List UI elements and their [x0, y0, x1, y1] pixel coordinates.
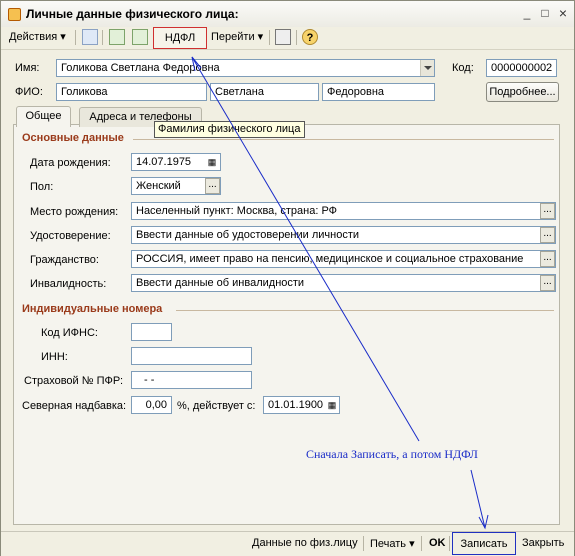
arrow-to-save: [470, 469, 486, 529]
statusbar-divider: [363, 536, 364, 551]
statusbar-divider: [421, 536, 422, 551]
close-form-button[interactable]: Закрыть: [522, 537, 564, 549]
annotation-arrows: [191, 56, 489, 530]
print-menu[interactable]: Печать ▾: [370, 537, 415, 550]
chevron-down-icon: ▾: [409, 538, 415, 550]
person-data-link[interactable]: Данные по физ.лицу: [252, 537, 358, 549]
dialog-window: Личные данные физического лица: _ □ × Де…: [0, 0, 575, 556]
status-bar: Данные по физ.лицу Печать ▾ OK Записать …: [1, 531, 574, 556]
ok-button[interactable]: OK: [429, 537, 446, 549]
save-button[interactable]: Записать: [452, 532, 516, 555]
print-label: Печать: [370, 538, 407, 550]
statusbar-divider: [449, 536, 450, 551]
arrow-to-ndfl: [191, 56, 420, 442]
